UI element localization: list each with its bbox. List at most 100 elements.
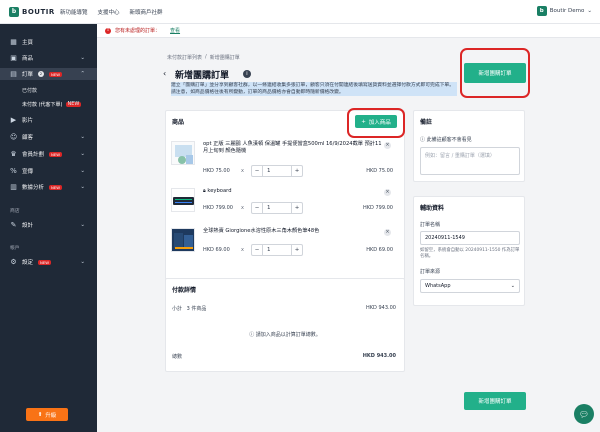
- times-sign: x: [241, 168, 244, 174]
- top-bar: b BOUTIR 新功能導覽 支援中心 新頭商戶社群 b Boutir Demo…: [0, 0, 600, 24]
- chevron-down-icon: ⌄: [587, 8, 592, 14]
- design-icon: ✎: [10, 220, 17, 229]
- remarks-hint-text: 此備註顧客不會看見: [426, 137, 472, 143]
- remarks-hint: ⓘ 此備註顧客不會看見: [420, 136, 472, 143]
- aux-title: 輔助資料: [420, 205, 445, 212]
- dashboard-icon: ▦: [10, 37, 17, 46]
- order-source-select[interactable]: WhatsApp ⌄: [420, 279, 520, 293]
- product-row: 全球熱賣 Giorgione水溶性原木三角木顏色筆48色 × HKD 69.00…: [171, 228, 401, 264]
- quantity-value[interactable]: 1: [262, 203, 292, 213]
- sidebar-section-account: 帳戶: [10, 246, 20, 251]
- new-badge: NEW: [65, 100, 82, 107]
- top-nav: 新功能導覽 支援中心 新頭商戶社群: [60, 8, 163, 16]
- chevron-down-icon: ⌄: [80, 184, 85, 190]
- remove-product-icon[interactable]: ×: [384, 229, 391, 236]
- sidebar-item-membership[interactable]: ♛ 會員計劃 NEW ⌄: [0, 148, 97, 160]
- plus-icon[interactable]: +: [292, 203, 302, 213]
- create-group-order-button-bottom[interactable]: 新增團購訂單: [464, 392, 526, 410]
- play-icon: ▶: [10, 115, 17, 124]
- product-name-row: 🔒︎ keyboard: [203, 188, 385, 195]
- order-name-hint: 如留空，系統會自動以 20240911-1550 作為訂單名稱。: [420, 248, 520, 259]
- page-title: 新增團購訂單: [175, 71, 230, 81]
- upgrade-label: 升級: [45, 412, 57, 419]
- sidebar-subitem-unpaid[interactable]: 未付款 (代客下單) NEW: [22, 99, 82, 109]
- plus-icon[interactable]: +: [292, 245, 302, 255]
- order-source-label: 訂單來源: [420, 269, 441, 275]
- new-badge: NEW: [49, 184, 63, 190]
- user-icon: ☺: [10, 132, 18, 141]
- remove-product-icon[interactable]: ×: [384, 189, 391, 196]
- minus-icon[interactable]: −: [252, 203, 262, 213]
- new-badge: NEW: [38, 259, 52, 265]
- quantity-stepper[interactable]: − 1 +: [251, 202, 303, 214]
- quantity-value[interactable]: 1: [262, 166, 292, 176]
- remove-product-icon[interactable]: ×: [384, 142, 391, 149]
- times-sign: x: [241, 205, 244, 211]
- info-icon[interactable]: i: [243, 70, 251, 78]
- info-icon: ⓘ: [420, 137, 427, 143]
- order-icon: ▤: [10, 69, 17, 78]
- store-switcher[interactable]: b Boutir Demo ⌄: [536, 6, 592, 16]
- sidebar-item-home[interactable]: ▦ 主頁: [0, 36, 97, 48]
- page-description: 建立「團購訂單」並分享到顧客社群，以一條連結收集多張訂單，顧客只須在付開連結後填…: [171, 82, 457, 96]
- subtotal-label: 小計: [172, 306, 183, 312]
- remarks-textarea[interactable]: 例如：留言 / 重購訂單（選填）: [420, 147, 520, 175]
- sidebar-item-videos[interactable]: ▶ 影片: [0, 114, 97, 126]
- product-thumbnail: [171, 228, 195, 252]
- product-name: opt 正版 三麗鷗 人魚漢頓 保溫罐 手提便當盒500ml 16/9/2024…: [203, 141, 382, 154]
- sidebar-item-promotion[interactable]: % 宣傳 ⌄: [0, 165, 97, 177]
- minus-icon[interactable]: −: [252, 166, 262, 176]
- sidebar-item-orders[interactable]: ▤ 訂單 2 NEW ⌃: [0, 68, 97, 80]
- breadcrumb-current: 新增團購訂單: [209, 55, 240, 61]
- minus-icon[interactable]: −: [252, 245, 262, 255]
- chart-icon: ▥: [10, 182, 17, 191]
- product-name: keyboard: [207, 188, 232, 194]
- quantity-stepper[interactable]: − 1 +: [251, 165, 303, 177]
- breadcrumb-orders[interactable]: 未付款訂單列表: [167, 54, 202, 61]
- quantity-value[interactable]: 1: [262, 245, 292, 255]
- back-arrow-icon[interactable]: ‹: [163, 69, 166, 78]
- plus-icon: +: [361, 118, 366, 125]
- remarks-title: 備註: [420, 119, 433, 126]
- sidebar-item-label: 訂單: [22, 72, 34, 78]
- upgrade-button[interactable]: ⬆ 升級: [26, 408, 68, 421]
- sidebar-item-design[interactable]: ✎ 設計 ⌄: [0, 219, 97, 231]
- topnav-new-features[interactable]: 新功能導覽: [60, 8, 88, 16]
- sidebar-item-products[interactable]: ▣ 商品 ⌄: [0, 52, 97, 64]
- chevron-up-icon: ⌃: [80, 71, 85, 77]
- create-group-order-button[interactable]: 新增團購訂單: [464, 63, 526, 83]
- sidebar-subitem-label: 已付款: [22, 87, 38, 94]
- quantity-stepper[interactable]: − 1 +: [251, 244, 303, 256]
- sidebar-item-settings[interactable]: ⚙ 設定 NEW ⌄: [0, 256, 97, 268]
- main-content: 未付款訂單列表 / 新增團購訂單 ‹ 新增團購訂單 i 建立「團購訂單」並分享到…: [97, 38, 600, 432]
- rocket-icon: ⬆: [37, 411, 43, 418]
- order-name-input[interactable]: 20240911-1549: [420, 231, 520, 245]
- breadcrumb: 未付款訂單列表 / 新增團購訂單: [167, 54, 240, 61]
- banner-link[interactable]: 查看: [170, 27, 180, 34]
- topnav-community[interactable]: 新頭商戶社群: [130, 8, 163, 16]
- product-thumbnail: [171, 141, 195, 165]
- brand-logo[interactable]: b BOUTIR: [9, 6, 55, 18]
- topnav-support[interactable]: 支援中心: [98, 8, 120, 16]
- sidebar-item-analytics[interactable]: ▥ 數據分析 NEW ⌄: [0, 181, 97, 193]
- product-line-total: HKD 69.00: [366, 247, 393, 253]
- sidebar-item-label: 商品: [22, 56, 34, 62]
- product-line-total: HKD 75.00: [366, 168, 393, 174]
- total-value: HKD 943.00: [362, 353, 396, 359]
- sidebar-item-label: 設計: [22, 223, 34, 229]
- payment-note: ⓘ 請加入商品以計算訂單總數。: [166, 331, 404, 338]
- sidebar-item-label: 宣傳: [22, 169, 34, 175]
- plus-icon[interactable]: +: [292, 166, 302, 176]
- sidebar-subitem-paid[interactable]: 已付款: [22, 85, 37, 95]
- product-row: opt 正版 三麗鷗 人魚漢頓 保溫罐 手提便當盒500ml 16/9/2024…: [171, 141, 401, 181]
- add-product-button[interactable]: + 加入商品: [355, 115, 397, 128]
- chevron-down-icon: ⌄: [80, 222, 85, 228]
- chat-icon[interactable]: 💬︎: [574, 404, 594, 424]
- sidebar-item-customers[interactable]: ☺ 顧客 ⌄: [0, 131, 97, 143]
- sidebar-subitem-label: 未付款 (代客下單): [22, 101, 63, 108]
- subtotal-item-count: 3 件商品: [186, 306, 207, 312]
- product-line-total: HKD 799.00: [363, 205, 393, 211]
- sidebar: ▦ 主頁 ▣ 商品 ⌄ ▤ 訂單 2 NEW ⌃ 已付款 未付款 (代客下單) …: [0, 24, 97, 432]
- aux-info-card: 輔助資料 訂單名稱 20240911-1549 如留空，系統會自動以 20240…: [413, 196, 525, 306]
- chevron-down-icon: ⌄: [80, 259, 85, 265]
